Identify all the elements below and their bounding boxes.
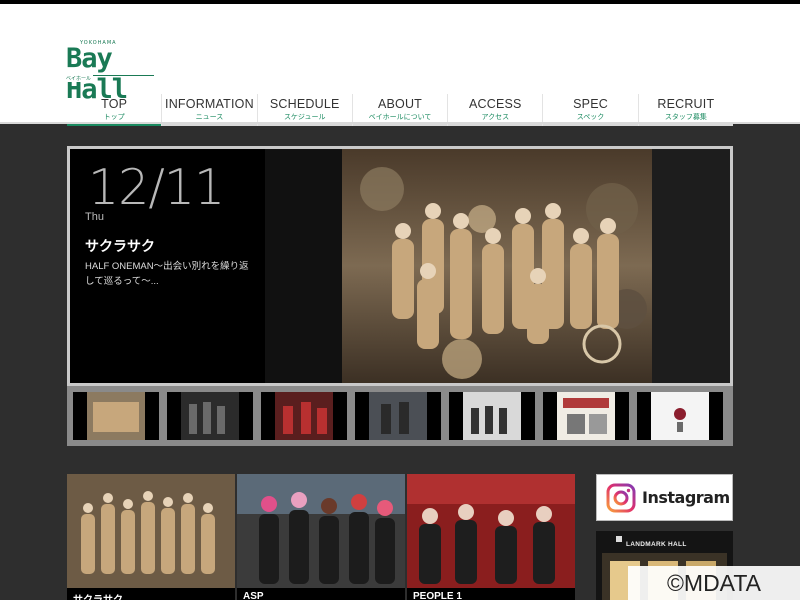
event-card-3[interactable]: PEOPLE 1 bbox=[407, 474, 575, 600]
event-title[interactable]: サクラサク bbox=[85, 236, 155, 256]
nav-label: TOP bbox=[101, 97, 128, 111]
hero-side-panel bbox=[652, 149, 730, 383]
nav-label: SCHEDULE bbox=[269, 97, 340, 111]
nav-sublabel: トップ bbox=[103, 114, 125, 121]
bay-hall-logo[interactable]: YOKOHAMA Bay Hall ベイホール bbox=[66, 40, 156, 105]
event-card-title: PEOPLE 1 bbox=[413, 591, 462, 600]
nav-label: RECRUIT bbox=[657, 97, 715, 111]
nav-sublabel: スケジュール bbox=[283, 114, 326, 121]
landmark-hall-label: LANDMARK HALL bbox=[626, 541, 687, 548]
event-card-2[interactable]: ASP bbox=[237, 474, 405, 600]
nav-sublabel: アクセス bbox=[481, 114, 510, 121]
event-weekday: Thu bbox=[85, 211, 104, 223]
thumbnail-1[interactable] bbox=[73, 392, 159, 440]
thumbnail-image bbox=[369, 392, 427, 440]
thumbnail-2[interactable] bbox=[167, 392, 253, 440]
thumbnail-image bbox=[275, 392, 333, 440]
nav-label: INFORMATION bbox=[165, 97, 254, 111]
thumbnail-image bbox=[651, 392, 709, 440]
thumbnail-5[interactable] bbox=[449, 392, 535, 440]
event-date: 12/11 bbox=[88, 159, 225, 216]
thumbnail-image bbox=[87, 392, 145, 440]
thumbnail-7[interactable] bbox=[637, 392, 723, 440]
event-card-title: ASP bbox=[243, 591, 264, 600]
thumbnail-4[interactable] bbox=[355, 392, 441, 440]
instagram-banner[interactable]: Instagram bbox=[596, 474, 733, 521]
event-cards: サクラサク ASP PEOPLE 1 bbox=[67, 474, 575, 600]
hero-photo-art bbox=[342, 149, 652, 383]
thumbnail-image bbox=[463, 392, 521, 440]
header-divider bbox=[0, 122, 800, 124]
instagram-icon bbox=[606, 483, 636, 512]
nav-label: ACCESS bbox=[468, 97, 522, 111]
event-card-title: サクラサク bbox=[73, 591, 123, 600]
thumbnail-image bbox=[181, 392, 239, 440]
thumbnail-strip bbox=[67, 386, 733, 446]
thumbnail-6[interactable] bbox=[543, 392, 629, 440]
nav-label: ABOUT bbox=[377, 97, 423, 111]
copyright-watermark: ©MDATA bbox=[628, 566, 800, 600]
logo-kana: ベイホール bbox=[66, 75, 94, 82]
instagram-label: Instagram bbox=[642, 488, 730, 507]
event-card-image bbox=[67, 474, 235, 588]
thumbnail-3[interactable] bbox=[261, 392, 347, 440]
hero-event-photo[interactable] bbox=[342, 149, 652, 383]
nav-sublabel: スタッフ募集 bbox=[664, 114, 707, 121]
site-header: YOKOHAMA Bay Hall ベイホール TOP トップ INFORMAT… bbox=[0, 4, 800, 126]
hero-slider[interactable]: 12/11 Thu サクラサク HALF ONEMAN～出会い別れを繰り返して巡… bbox=[67, 146, 733, 386]
hero-event-info[interactable]: 12/11 Thu サクラサク HALF ONEMAN～出会い別れを繰り返して巡… bbox=[70, 149, 265, 383]
nav-sublabel: スペック bbox=[576, 114, 605, 121]
event-card-image bbox=[407, 474, 575, 588]
thumbnail-image bbox=[557, 392, 615, 440]
event-card-1[interactable]: サクラサク bbox=[67, 474, 235, 600]
event-description: HALF ONEMAN～出会い別れを繰り返して巡るって～... bbox=[85, 261, 249, 287]
event-card-image bbox=[237, 474, 405, 588]
nav-label: SPEC bbox=[573, 97, 608, 111]
nav-sublabel: ニュース bbox=[195, 114, 224, 121]
nav-sublabel: ベイホールについて bbox=[368, 114, 432, 121]
